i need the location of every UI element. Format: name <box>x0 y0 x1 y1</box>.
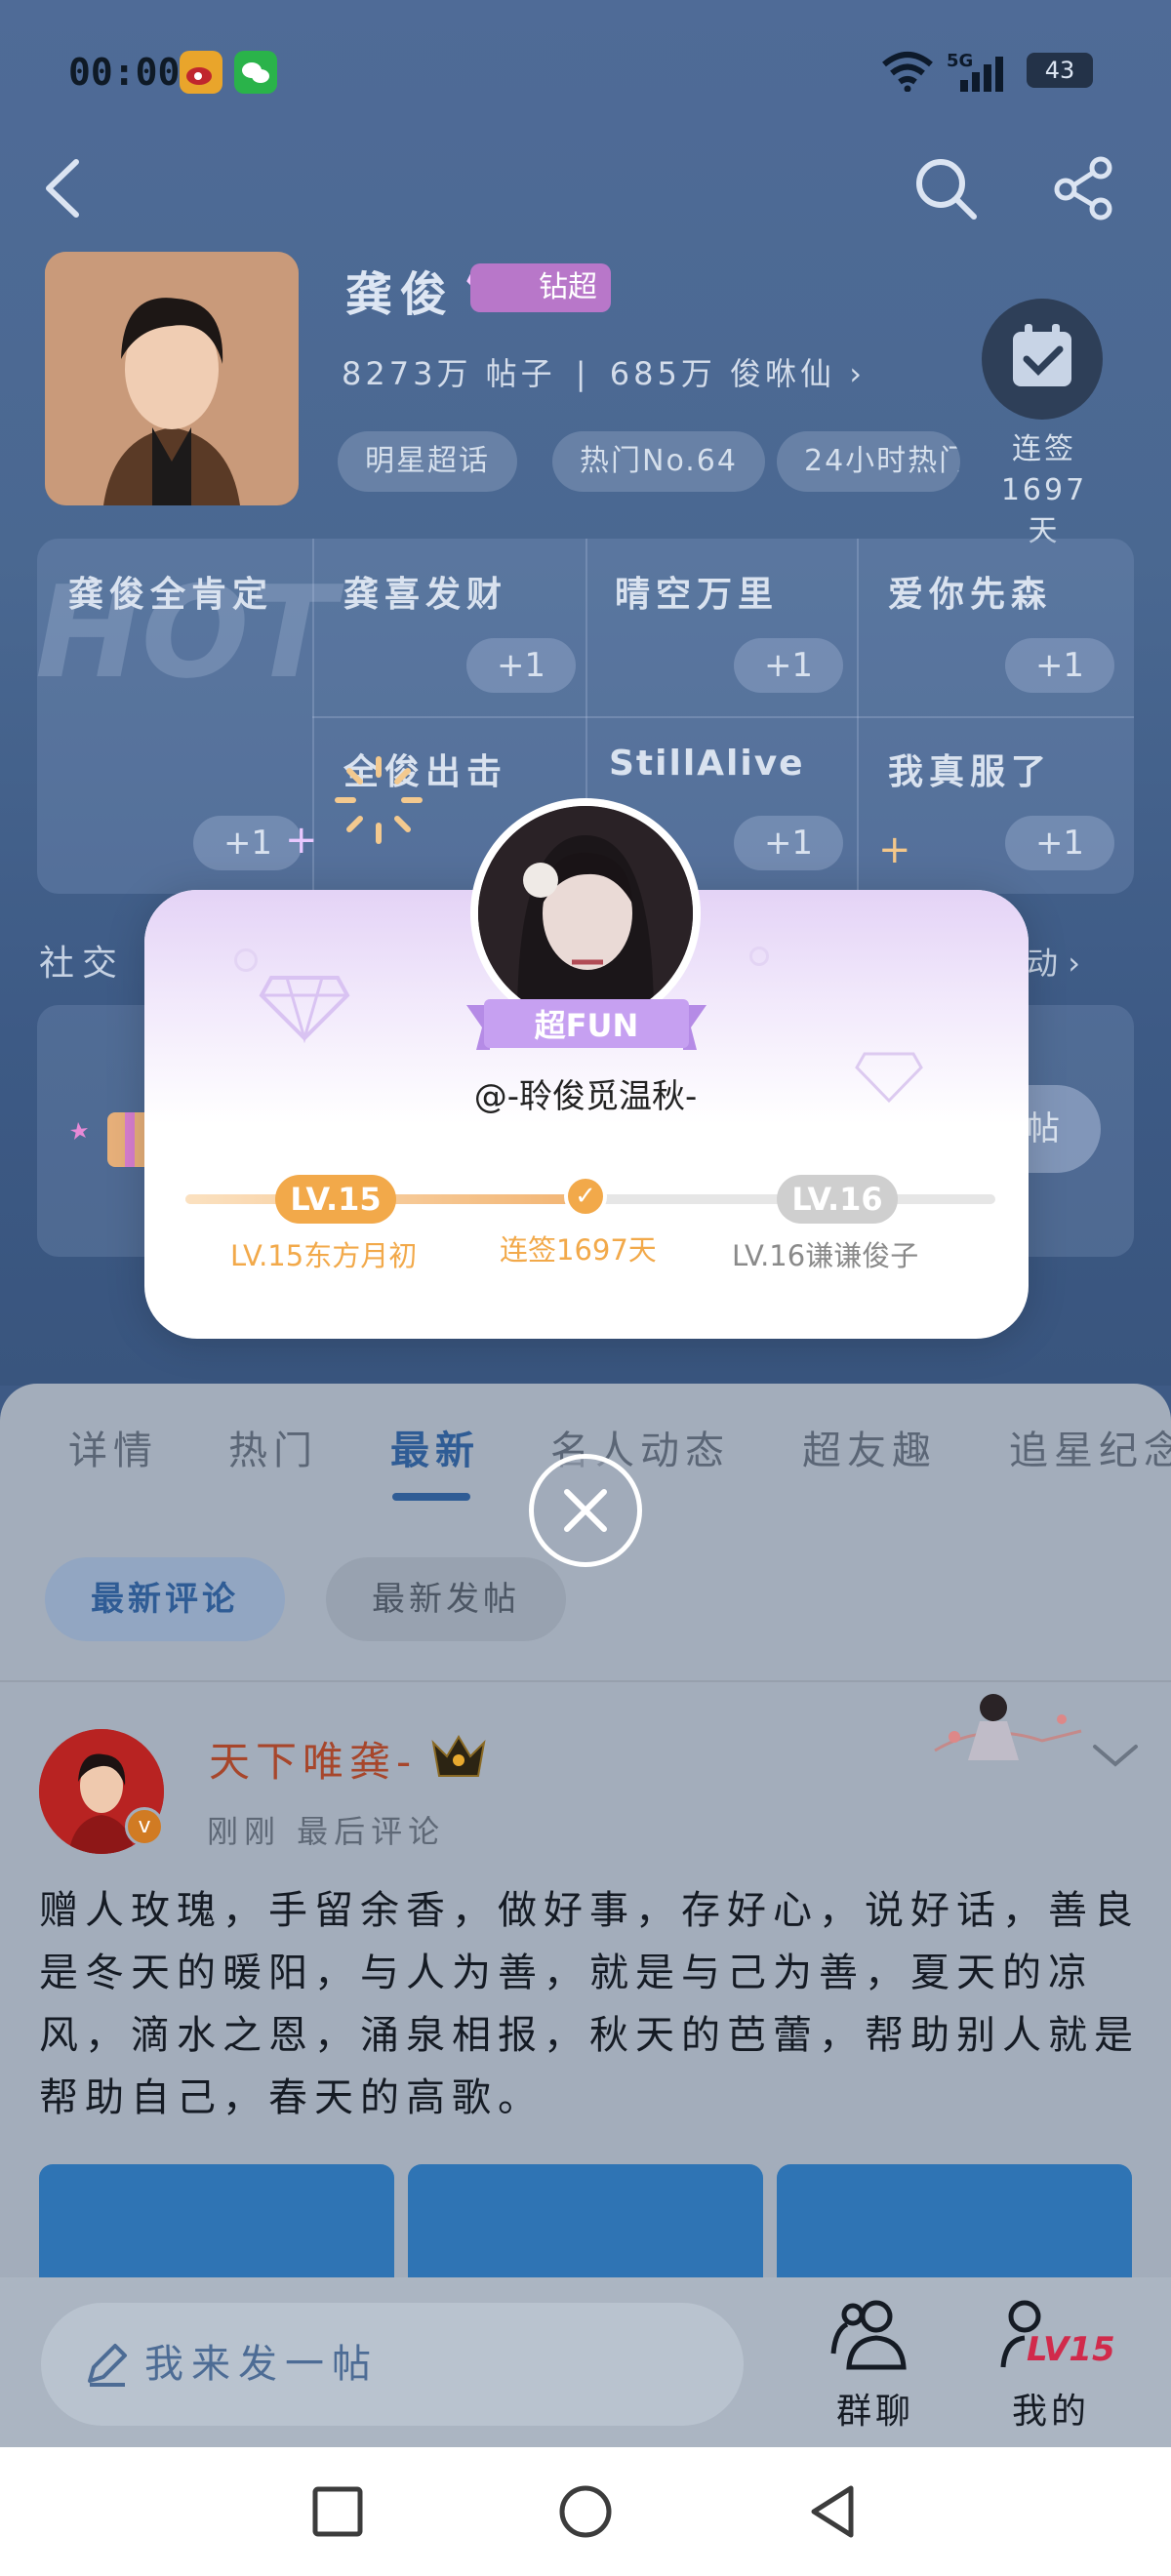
post-body: 赠人玫瑰，手留余香，做好事，存好心，说好话，善良是冬天的暖阳，与人为善，就是与己… <box>39 1888 1140 2120</box>
mine-button[interactable]: LV15 我的 <box>999 2295 1115 2432</box>
popup-user-avatar <box>470 798 701 1028</box>
loading-spinner-icon <box>332 753 425 851</box>
diamond-super-badge: 钻超 <box>470 263 611 312</box>
home-button[interactable] <box>558 2484 613 2543</box>
tab-fan-memorial[interactable]: 追星纪念 <box>1009 1419 1171 1475</box>
plus-one-button[interactable]: +1 <box>466 638 576 693</box>
search-button[interactable] <box>911 154 980 226</box>
back-nav-button[interactable] <box>806 2482 861 2545</box>
pencil-icon <box>82 2340 131 2393</box>
current-level-title: LV.15东方月初 <box>230 1239 418 1272</box>
chip-24h-hot[interactable]: 24小时热门 <box>777 431 960 492</box>
post-author-name[interactable]: 天下唯龚- <box>209 1729 417 1789</box>
bubble-decor <box>234 948 258 972</box>
wifi-icon <box>880 51 935 96</box>
popup-close-button[interactable] <box>529 1454 642 1567</box>
crown-icon <box>429 1731 488 1784</box>
fans-count[interactable]: 685万 俊咻仙 <box>610 355 835 392</box>
battery-indicator: 43 <box>1027 53 1093 88</box>
filter-latest-comment[interactable]: 最新评论 <box>45 1557 285 1641</box>
bubble-decor <box>749 946 769 966</box>
social-post-label: 帖 <box>1027 1109 1060 1148</box>
wechat-icon <box>234 51 277 94</box>
status-time: 00:00 <box>68 51 181 94</box>
plus-one-button[interactable]: +1 <box>1005 816 1114 870</box>
chevron-left-icon <box>46 159 79 218</box>
decor-sticker <box>925 1682 1091 1764</box>
close-icon <box>564 1489 607 1532</box>
tab-latest[interactable]: 最新 <box>390 1419 480 1475</box>
mine-label: 我的 <box>1011 2392 1090 2432</box>
circle-icon <box>559 2485 612 2538</box>
grid-divider <box>312 716 1134 718</box>
sparkle-icon: + <box>878 827 911 872</box>
tag-cell-title[interactable]: 龚俊全肯定 <box>68 566 273 617</box>
group-chat-icon <box>830 2300 907 2370</box>
tab-active-indicator <box>392 1493 470 1501</box>
share-icon <box>1054 156 1112 221</box>
sign-streak-text: 连签1697天 <box>500 1233 657 1267</box>
group-chat-button[interactable]: 群聊 <box>828 2295 915 2432</box>
popup-username: @-聆俊觅温秋- <box>473 1077 698 1116</box>
tag-cell-title[interactable]: 晴空万里 <box>615 566 779 617</box>
signal-icon <box>954 55 1013 96</box>
search-icon <box>916 159 977 220</box>
tab-details[interactable]: 详情 <box>68 1419 158 1475</box>
tab-hot[interactable]: 热门 <box>228 1419 318 1475</box>
plus-one-button[interactable]: +1 <box>734 638 843 693</box>
next-level-badge: LV.16 <box>777 1175 898 1224</box>
tag-cell-title[interactable]: 我真服了 <box>888 744 1052 794</box>
posts-count: 8273万 帖子 <box>342 355 556 392</box>
chip-hot-rank[interactable]: 热门No.64 <box>552 431 765 492</box>
sign-in-status: 连签 1697天 <box>986 429 1103 552</box>
verified-badge: v <box>125 1807 164 1846</box>
weibo-icon <box>180 51 222 94</box>
tag-cell-title[interactable]: 龚喜发财 <box>343 566 507 617</box>
chevron-right-icon: › <box>849 355 866 392</box>
triangle-back-icon <box>811 2485 854 2538</box>
mine-level-badge: LV15 <box>1027 2330 1115 2369</box>
topic-stats: 8273万 帖子 | 685万 俊咻仙 › <box>342 349 866 394</box>
chevron-down-icon[interactable] <box>1091 1741 1140 1774</box>
recents-button[interactable] <box>310 2484 365 2543</box>
topic-avatar[interactable] <box>45 252 299 505</box>
tab-super-friends[interactable]: 超友趣 <box>802 1419 937 1475</box>
compose-post-input[interactable]: 我来发一帖 <box>41 2303 744 2426</box>
chip-star-topic[interactable]: 明星超话 <box>338 431 517 492</box>
next-level-title: LV.16谦谦俊子 <box>732 1239 919 1272</box>
share-button[interactable] <box>1050 156 1118 224</box>
tag-cell-title[interactable]: 爱你先森 <box>888 566 1052 617</box>
check-icon: ✓ <box>564 1175 607 1218</box>
tag-cell-title[interactable]: StillAlive <box>609 744 805 784</box>
diamond-decor-icon <box>258 966 351 1048</box>
filter-latest-post[interactable]: 最新发帖 <box>326 1557 566 1641</box>
sparkle-icon: + <box>285 818 318 863</box>
square-icon <box>312 2486 363 2537</box>
plus-one-button[interactable]: +1 <box>1005 638 1114 693</box>
calendar-check-icon <box>1013 324 1071 386</box>
topic-name: 龚俊 <box>345 267 456 322</box>
back-button[interactable] <box>39 156 86 224</box>
social-section-title: 社交 <box>39 944 126 984</box>
current-level-badge: LV.15 <box>275 1175 396 1224</box>
group-chat-label: 群聊 <box>835 2392 914 2432</box>
plus-one-button[interactable]: +1 <box>734 816 843 870</box>
sign-label: 连签 <box>1012 432 1076 466</box>
sign-in-button[interactable] <box>982 299 1103 420</box>
post-timestamp: 刚刚 最后评论 <box>207 1813 446 1850</box>
stats-divider: | <box>575 355 590 392</box>
popup-ribbon-label: 超FUN <box>534 1007 639 1044</box>
